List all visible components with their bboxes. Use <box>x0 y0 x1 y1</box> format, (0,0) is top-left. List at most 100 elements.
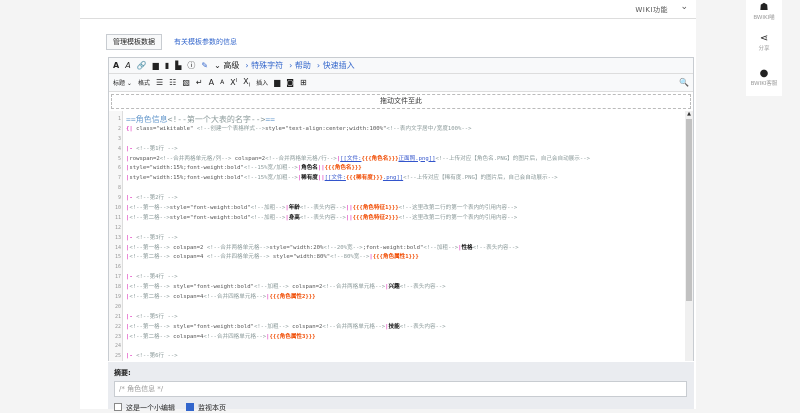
code-line[interactable]: 23 |<!--第二格--> colspan=4<!--合并四格单元格-->|{{… <box>109 333 685 343</box>
code-token: [[文件: <box>340 155 362 162</box>
file-dropzone[interactable]: 拖动文件至此 <box>111 94 691 109</box>
code-line[interactable]: 9 |- <!--第2行 --> <box>109 194 685 204</box>
code-token: colspan=4 <box>169 333 204 340</box>
superscript-button[interactable]: XI <box>230 78 237 88</box>
code-line[interactable]: 5 |rowspan=2<!--合并两格单元格/列--> colspan=2<!-… <box>109 155 685 165</box>
code-token: || <box>345 214 353 221</box>
scrollbar-thumb[interactable] <box>686 119 692 301</box>
line-number: 14 <box>114 244 121 251</box>
file-icon[interactable]: ▮ <box>165 61 169 70</box>
quick-insert-tab[interactable]: › 快速插入 <box>317 60 355 71</box>
code-token: || <box>345 205 353 212</box>
help-tab[interactable]: › 帮助 <box>289 60 311 71</box>
nowiki-icon[interactable]: ▧ <box>182 78 190 87</box>
advanced-tab[interactable]: ⌄ 高级 <box>214 60 239 71</box>
manage-template-data-button[interactable]: 管理模板数据 <box>106 34 162 50</box>
table-icon[interactable]: ⊞ <box>300 78 307 87</box>
summary-section: 摘要: /* 角色信息 */ 这是一个小编辑 监视本页 <box>108 362 694 412</box>
chevron-down-icon[interactable]: ⌄ <box>680 2 688 12</box>
watch-page-checkbox[interactable] <box>186 403 194 411</box>
sidebar-share[interactable]: ⋖ 分享 <box>746 33 782 52</box>
code-token: <!--这里改第二行的第一个表内的引用内容--> <box>398 214 518 221</box>
code-line[interactable]: 18 |<!--第一格--> style="font-weight:bold"<!… <box>109 283 685 293</box>
code-token: <!--80%宽--> <box>330 254 370 261</box>
code-token: <!--合并四格单元格--> <box>203 333 267 340</box>
image-icon[interactable]: ▆ <box>153 61 159 70</box>
signature-icon[interactable]: ⓘ <box>187 60 195 71</box>
code-token: <!--上传对应【稀有度.PNG】的图片后，自己会自动展示--> <box>403 175 558 182</box>
pencil-icon[interactable]: ✎ <box>201 61 208 70</box>
code-line[interactable]: 21 |- <!--第5行 --> <box>109 313 685 323</box>
scroll-up-icon[interactable]: ▲ <box>685 111 693 118</box>
line-number: 7 <box>117 175 121 182</box>
format-label: 格式 <box>137 80 150 87</box>
code-token: <!--第1行 --> <box>132 145 178 152</box>
special-chars-tab[interactable]: › 特殊字符 <box>245 60 283 71</box>
code-line[interactable]: 1 ==角色信息<!--第一个大表的名字-->== <box>109 115 685 125</box>
big-button[interactable]: A <box>209 78 214 87</box>
subscript-button[interactable]: XI <box>243 77 250 89</box>
code-line[interactable]: 19 |<!--第二格--> colspan=4<!--合并四格单元格-->|{{… <box>109 293 685 303</box>
code-line[interactable]: 14 |<!--第一格--> colspan=2 <!--合并两格单元格-->st… <box>109 244 685 254</box>
code-token: {| <box>126 125 133 132</box>
sidebar-qq[interactable]: ● BWIKI客服 <box>746 68 782 87</box>
watch-page-label: 监视本页 <box>198 404 226 412</box>
code-line[interactable]: 10 |<!--第一格-->style="font-weight:bold"<!-… <box>109 204 685 214</box>
code-line[interactable]: 22 |<!--第一格--> style="font-weight:bold"<!… <box>109 323 685 333</box>
summary-input[interactable]: /* 角色信息 */ <box>114 381 687 397</box>
code-line[interactable]: 11 |<!--第二格-->style="font-weight:bold"<!-… <box>109 214 685 224</box>
code-token: <!--15%宽/加粗--> <box>243 165 298 172</box>
editor-scrollbar[interactable]: ▲ <box>685 111 693 361</box>
wiki-functions-menu[interactable]: WIKI功能 <box>635 5 668 15</box>
minor-edit-checkbox[interactable] <box>114 403 122 411</box>
line-number: 2 <box>117 125 121 132</box>
special-chars-label: 特殊字符 <box>251 61 284 70</box>
code-token: ==角色信息 <box>126 115 168 124</box>
search-replace-icon[interactable]: 🔍 <box>679 78 689 87</box>
code-line[interactable]: 12 <box>109 224 685 234</box>
bullet-list-icon[interactable]: ☰ <box>156 78 163 87</box>
code-line[interactable]: 2 {| class="wikitable" <!--创建一个表格样式-->sty… <box>109 125 685 135</box>
code-token: {{{角色特征1}}} <box>352 205 399 212</box>
code-token: style="width:15%;font-weight:bold" <box>129 165 244 172</box>
code-line[interactable]: 16 <box>109 263 685 273</box>
numbered-list-icon[interactable]: ☷ <box>169 78 176 87</box>
gallery-insert-icon[interactable]: ▆ <box>274 78 280 87</box>
link-icon[interactable]: 🔗 <box>137 61 147 70</box>
code-line[interactable]: 4 |- <!--第1行 --> <box>109 145 685 155</box>
code-token: <!--表头内容--> <box>399 323 446 330</box>
code-line[interactable]: 6 |style="width:15%;font-weight:bold"<!--… <box>109 164 685 174</box>
code-area[interactable]: 1 ==角色信息<!--第一个大表的名字-->== 2 {| class="wikit… <box>109 111 685 361</box>
line-number: 8 <box>117 185 121 192</box>
code-token: colspan=2 <box>169 244 207 251</box>
newline-icon[interactable]: ↵ <box>196 78 203 87</box>
code-line[interactable]: 17 |- <!--第4行 --> <box>109 273 685 283</box>
redirect-icon[interactable]: ◙ <box>286 78 294 87</box>
gallery-icon[interactable]: ▙ <box>175 61 181 70</box>
code-token: 角色名 <box>301 165 318 172</box>
sidebar-bwiki[interactable]: ☗ BWIKI喵 <box>746 2 782 21</box>
top-bar: WIKI功能 ⌄ <box>80 0 696 19</box>
line-number: 16 <box>114 264 121 271</box>
code-token: <!--合并四格单元格--> <box>203 294 267 301</box>
small-button[interactable]: A <box>220 79 224 86</box>
line-number: 1 <box>117 116 121 122</box>
line-number: 9 <box>117 195 121 202</box>
code-line[interactable]: 25 |- <!--第6行 --> <box>109 352 685 361</box>
code-line[interactable]: 15 |<!--第二格--> colspan=4 <!--合并四格单元格--> s… <box>109 253 685 263</box>
code-line[interactable]: 3 <box>109 135 685 145</box>
heading-dropdown[interactable]: 标题 ⌄ <box>113 78 132 87</box>
bold-button[interactable]: A <box>113 61 119 70</box>
code-token: <!--第二格--> <box>129 254 170 261</box>
code-line[interactable]: 8 <box>109 184 685 194</box>
code-line[interactable]: 13 |- <!--第3行 --> <box>109 234 685 244</box>
code-line[interactable]: 7 |style="width:15%;font-weight:bold"<!--… <box>109 174 685 184</box>
code-line[interactable]: 24 <box>109 342 685 352</box>
code-token: <!--第4行 --> <box>132 274 178 281</box>
italic-button[interactable]: A <box>125 61 130 70</box>
code-token: <!--加粗--> <box>250 214 286 221</box>
code-token: {{{角色属性2}}} <box>269 294 316 301</box>
template-params-info-link[interactable]: 有关模板参数的信息 <box>174 37 237 47</box>
code-lines[interactable]: 1 ==角色信息<!--第一个大表的名字-->== 2 {| class="wikit… <box>109 115 685 361</box>
code-line[interactable]: 20 <box>109 303 685 313</box>
